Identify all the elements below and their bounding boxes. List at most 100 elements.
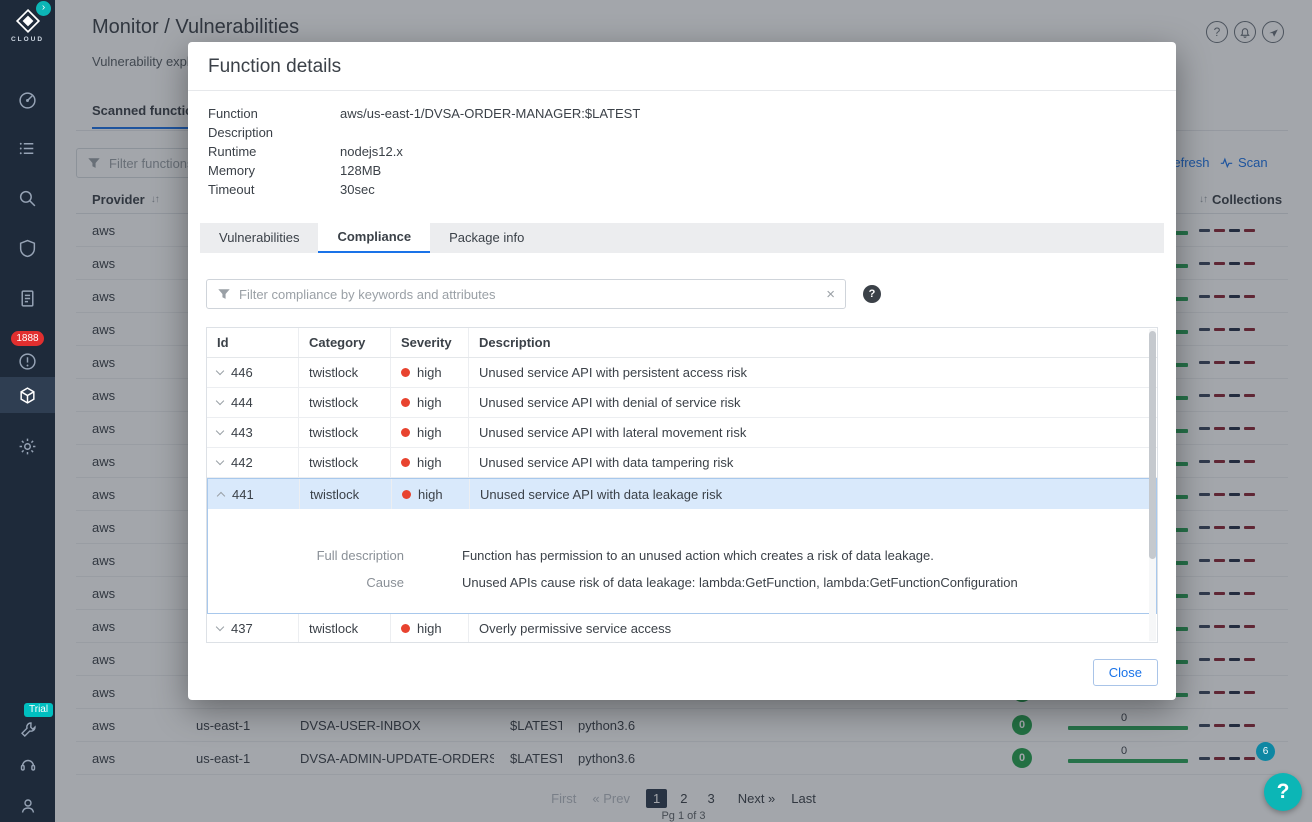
cause-value: Unused APIs cause risk of data leakage: … (462, 575, 1018, 590)
tab-compliance[interactable]: Compliance (318, 223, 431, 253)
cell-category: twistlock (299, 448, 391, 477)
detail-cause: Cause Unused APIs cause risk of data leak… (208, 569, 1156, 596)
sidebar-item-utilities[interactable] (0, 713, 55, 747)
compliance-row[interactable]: 441 twistlock high Unused service API with … (208, 479, 1156, 509)
high-severity-icon (401, 368, 410, 377)
sidebar-item-support[interactable] (0, 748, 55, 782)
funnel-icon (218, 289, 230, 299)
compliance-row[interactable]: 437 twistlock high Overly permissive servic… (207, 614, 1157, 642)
scrollbar-track[interactable] (1149, 329, 1156, 641)
cell-id: 442 (207, 448, 299, 477)
help-count-badge: 6 (1256, 742, 1275, 761)
cell-description: Unused service API with persistent acces… (479, 365, 748, 380)
headset-icon (20, 759, 35, 771)
cube-icon (20, 386, 35, 404)
radar-icon (19, 91, 36, 109)
sidebar-item-profile[interactable] (0, 789, 55, 822)
expand-chevron-icon[interactable] (215, 622, 225, 632)
sidebar-item-settings[interactable] (0, 429, 55, 463)
user-icon (21, 799, 34, 813)
compliance-row[interactable]: 446 twistlock high Unused service API with … (207, 358, 1157, 388)
compliance-id: 437 (231, 621, 253, 636)
severity-label: high (417, 621, 442, 636)
function-details-list: Function aws/us-east-1/DVSA-ORDER-MANAGER… (188, 91, 1176, 199)
modal-title: Function details (188, 42, 1176, 91)
cell-severity: high (391, 388, 469, 417)
compliance-row[interactable]: 443 twistlock high Unused service API with … (207, 418, 1157, 448)
sidebar-expand-badge[interactable]: › (36, 1, 51, 16)
scrollbar-thumb[interactable] (1149, 331, 1156, 559)
modal-tabs: Vulnerabilities Compliance Package info (200, 223, 1164, 253)
high-severity-icon (401, 624, 410, 633)
logo-text: CLOUD (10, 36, 45, 43)
cell-severity: high (392, 479, 470, 509)
cell-id: 446 (207, 358, 299, 387)
cell-category: twistlock (300, 479, 392, 509)
sidebar-item-serverless-active[interactable] (0, 377, 55, 413)
sidebar-item-policies[interactable] (0, 131, 55, 165)
filter-help-icon[interactable]: ? (863, 285, 881, 303)
row-detail-panel: Full description Function has permission … (208, 509, 1156, 613)
cell-category: twistlock (299, 614, 391, 642)
cell-category: twistlock (299, 388, 391, 417)
high-severity-icon (401, 458, 410, 467)
cell-severity: high (391, 448, 469, 477)
tab-vulnerabilities[interactable]: Vulnerabilities (200, 223, 318, 253)
expand-chevron-icon[interactable] (215, 396, 225, 406)
cell-description: Unused service API with denial of servic… (479, 395, 741, 410)
detail-label-function: Function (208, 106, 258, 121)
cell-id: 444 (207, 388, 299, 417)
close-button[interactable]: Close (1092, 659, 1158, 686)
column-header-description[interactable]: Description (469, 328, 1157, 357)
detail-value-function: aws/us-east-1/DVSA-ORDER-MANAGER:$LATEST (340, 106, 641, 121)
sidebar-item-alerts[interactable] (0, 344, 55, 378)
compliance-row[interactable]: 442 twistlock high Unused service API with … (207, 448, 1157, 478)
help-bubble-button[interactable]: ? (1264, 773, 1302, 811)
detail-label-description: Description (208, 125, 274, 140)
compliance-filter-input[interactable] (239, 286, 819, 302)
cell-id: 441 (208, 479, 300, 509)
cell-severity: high (391, 358, 469, 387)
column-header-severity[interactable]: Severity (391, 328, 469, 357)
compliance-id: 446 (231, 365, 253, 380)
compliance-row[interactable]: 444 twistlock high Unused service API with … (207, 388, 1157, 418)
sidebar-item-radar[interactable] (0, 83, 55, 117)
compliance-id: 444 (231, 395, 253, 410)
detail-label-memory: Memory (208, 163, 255, 178)
expand-chevron-icon[interactable] (215, 456, 225, 466)
cell-description: Overly permissive service access (479, 621, 672, 636)
cell-severity: high (391, 614, 469, 642)
wrench-icon (20, 722, 36, 737)
compliance-id: 441 (232, 486, 254, 502)
compliance-id: 442 (231, 455, 253, 470)
detail-label-timeout: Timeout (208, 182, 255, 197)
compliance-table: Id Category Severity Description 446 twis… (206, 327, 1158, 643)
tab-package-info[interactable]: Package info (430, 223, 543, 253)
compliance-table-body: 446 twistlock high Unused service API with … (207, 358, 1157, 642)
cell-severity: high (391, 418, 469, 447)
sidebar-item-compliance[interactable] (0, 281, 55, 315)
compliance-table-header: Id Category Severity Description (207, 328, 1157, 358)
alert-icon (19, 352, 36, 370)
cell-description: Unused service API with lateral movement… (479, 425, 747, 440)
severity-label: high (417, 425, 442, 440)
high-severity-icon (401, 428, 410, 437)
sidebar-item-defend[interactable] (0, 231, 55, 265)
severity-label: high (417, 365, 442, 380)
expand-chevron-icon[interactable] (215, 426, 225, 436)
gear-icon (19, 438, 36, 454)
column-header-category[interactable]: Category (299, 328, 391, 357)
compliance-id: 443 (231, 425, 253, 440)
sidebar-item-search[interactable] (0, 181, 55, 215)
function-details-modal: Function details Function aws/us-east-1/D… (188, 42, 1176, 700)
trial-badge: Trial (24, 703, 54, 717)
high-severity-icon (401, 398, 410, 407)
clear-filter-icon[interactable]: × (826, 286, 835, 303)
cause-label: Cause (366, 575, 404, 590)
high-severity-icon (402, 489, 411, 499)
compliance-filter[interactable]: × (206, 279, 846, 309)
detail-full-description: Full description Function has permission … (208, 542, 1156, 569)
collapse-chevron-icon[interactable] (216, 491, 226, 500)
expand-chevron-icon[interactable] (215, 366, 225, 376)
column-header-id[interactable]: Id (207, 328, 299, 357)
